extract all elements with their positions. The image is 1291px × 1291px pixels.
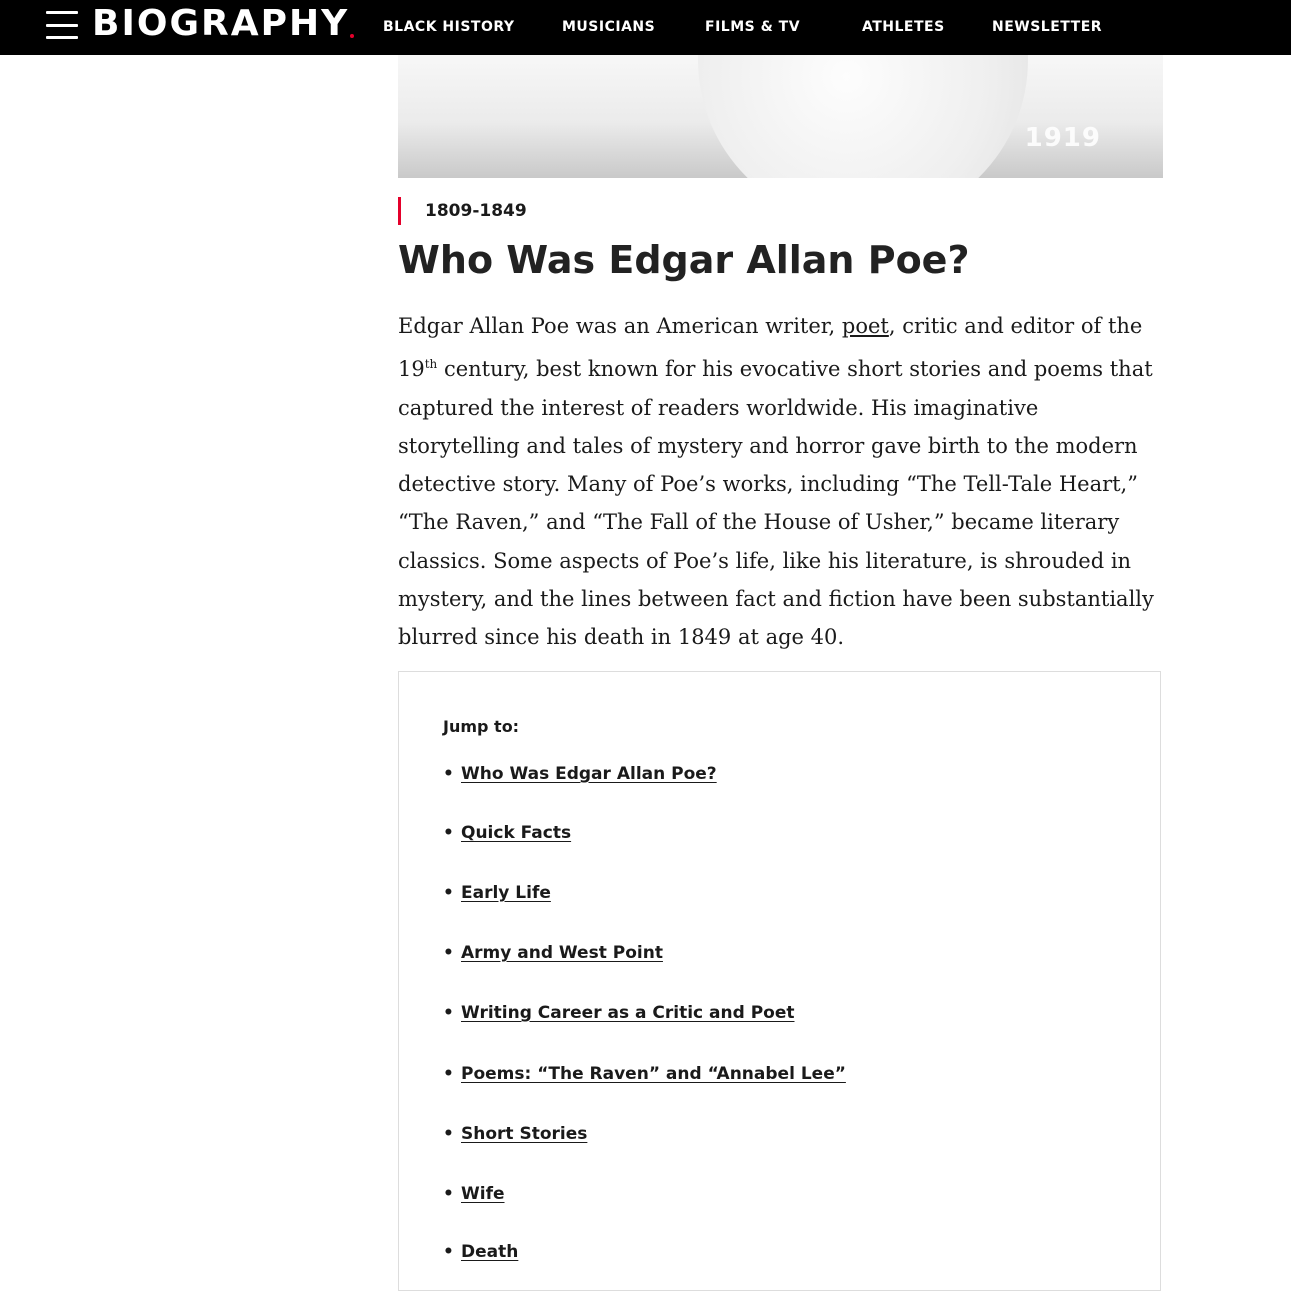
logo-accent-dot [350,34,354,38]
jump-link-short-stories[interactable]: Short Stories [461,1124,587,1144]
article-lede: Edgar Allan Poe was an American writer, … [398,307,1158,657]
bullet-icon: • [443,943,454,963]
jump-link-poems[interactable]: Poems: “The Raven” and “Annabel Lee” [461,1064,846,1084]
bullet-icon: • [443,1003,454,1023]
jump-link-army-west-point[interactable]: Army and West Point [461,943,663,963]
bullet-icon: • [443,1242,454,1262]
lede-text: century, best known for his evocative sh… [398,357,1154,650]
hero-image-shape [698,55,1028,178]
jump-to-item: • Death [443,1239,518,1265]
poet-link[interactable]: poet [842,314,889,338]
jump-to-item: • Quick Facts [443,820,571,846]
top-navigation-bar: BIOGRAPHY BLACK HISTORY MUSICIANS FILMS … [0,0,1291,55]
menu-icon[interactable] [46,11,78,39]
jump-to-item: • Early Life [443,880,551,906]
bullet-icon: • [443,823,454,843]
jump-link-writing-career[interactable]: Writing Career as a Critic and Poet [461,1003,795,1023]
bullet-icon: • [443,1064,454,1084]
article-headline: Who Was Edgar Allan Poe? [398,238,970,282]
jump-link-quick-facts[interactable]: Quick Facts [461,823,571,843]
bullet-icon: • [443,1184,454,1204]
jump-link-wife[interactable]: Wife [461,1184,505,1204]
jump-to-item: • Poems: “The Raven” and “Annabel Lee” [443,1061,846,1087]
jump-to-item: • Short Stories [443,1121,587,1147]
jump-to-item: • Army and West Point [443,940,663,966]
jump-to-item: • Wife [443,1181,505,1207]
jump-link-who-was[interactable]: Who Was Edgar Allan Poe? [461,764,717,784]
jump-link-early-life[interactable]: Early Life [461,883,551,903]
nav-item-newsletter[interactable]: NEWSLETTER [992,16,1102,38]
jump-to-box: Jump to: • Who Was Edgar Allan Poe? • Quic… [398,671,1161,1291]
lifespan-dates: 1809-1849 [398,197,527,225]
menu-icon-line [46,11,78,14]
jump-to-item: • Writing Career as a Critic and Poet [443,1000,795,1026]
nav-item-athletes[interactable]: ATHLETES [862,16,945,38]
lede-text: Edgar Allan Poe was an American writer, [398,314,842,338]
site-logo[interactable]: BIOGRAPHY [92,4,349,44]
hero-image: 1919 [398,55,1163,178]
menu-icon-line [46,36,78,39]
bullet-icon: • [443,1124,454,1144]
nav-item-films-tv[interactable]: FILMS & TV [705,16,800,38]
menu-icon-line [46,23,78,27]
lede-superscript: th [424,357,438,372]
jump-to-item: • Who Was Edgar Allan Poe? [443,761,717,787]
bullet-icon: • [443,883,454,903]
nav-item-musicians[interactable]: MUSICIANS [562,16,655,38]
nav-item-black-history[interactable]: BLACK HISTORY [383,16,515,38]
bullet-icon: • [443,764,454,784]
jump-link-death[interactable]: Death [461,1242,518,1262]
jump-to-title: Jump to: [443,717,520,736]
hero-image-credit: 1919 [1024,123,1101,153]
